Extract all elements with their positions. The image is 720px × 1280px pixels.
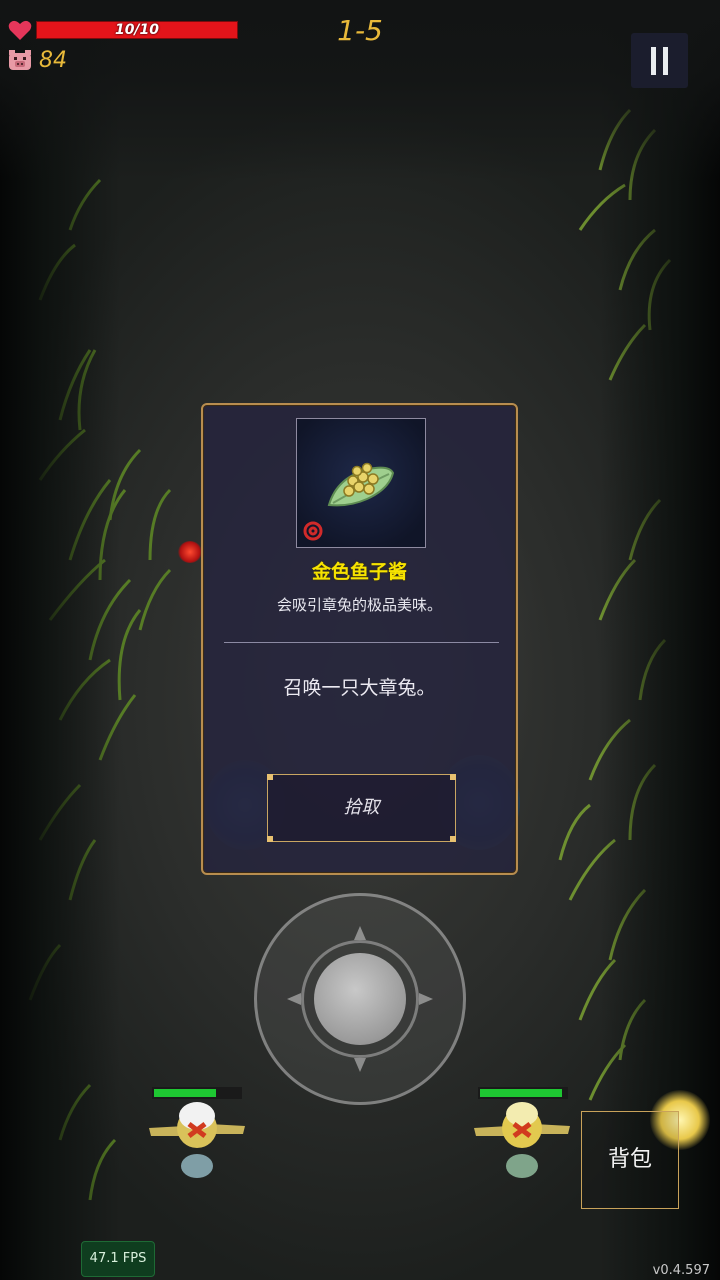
item-name: 金色鱼子酱 bbox=[311, 561, 407, 583]
version-label: v0.4.597 bbox=[652, 1263, 710, 1278]
corner-decoration bbox=[267, 774, 273, 780]
hp-bar: 10/10 bbox=[36, 21, 238, 39]
left-minion[interactable] bbox=[147, 1098, 247, 1188]
item-description: 会吸引章兔的极品美味。 bbox=[276, 596, 442, 614]
corner-decoration bbox=[267, 836, 273, 842]
red-light bbox=[178, 541, 202, 563]
item-effect: 召唤一只大章兔。 bbox=[283, 677, 436, 699]
golden-caviar-icon bbox=[303, 462, 395, 541]
item-image-frame bbox=[296, 418, 426, 548]
divider bbox=[224, 642, 499, 643]
bag-button[interactable]: 背包 bbox=[581, 1111, 679, 1209]
level-label: 1-5 bbox=[337, 14, 383, 47]
corner-decoration bbox=[450, 836, 456, 842]
left-minion-hp-fill bbox=[154, 1089, 216, 1097]
corner-decoration bbox=[450, 774, 456, 780]
dark-foliage-right bbox=[600, 0, 720, 1280]
item-dialog: 金色鱼子酱 会吸引章兔的极品美味。 召唤一只大章兔。 拾取 bbox=[201, 403, 518, 875]
pause-icon-bar bbox=[663, 47, 668, 75]
right-minion-hp-fill bbox=[480, 1089, 562, 1097]
joystick[interactable] bbox=[254, 893, 466, 1105]
heart-icon bbox=[8, 20, 32, 40]
fps-counter: 47.1 FPS bbox=[81, 1241, 155, 1277]
pickup-button-label: 拾取 bbox=[343, 797, 380, 818]
coin-count: 84 bbox=[39, 48, 67, 73]
right-minion[interactable] bbox=[472, 1098, 572, 1188]
pig-icon bbox=[9, 50, 31, 70]
hp-text: 10/10 bbox=[114, 22, 160, 38]
joystick-knob[interactable] bbox=[314, 953, 406, 1045]
pause-icon bbox=[651, 47, 656, 75]
pause-button[interactable] bbox=[631, 33, 688, 88]
dark-foliage-left bbox=[0, 0, 120, 1280]
pickup-button[interactable]: 拾取 bbox=[267, 774, 456, 842]
